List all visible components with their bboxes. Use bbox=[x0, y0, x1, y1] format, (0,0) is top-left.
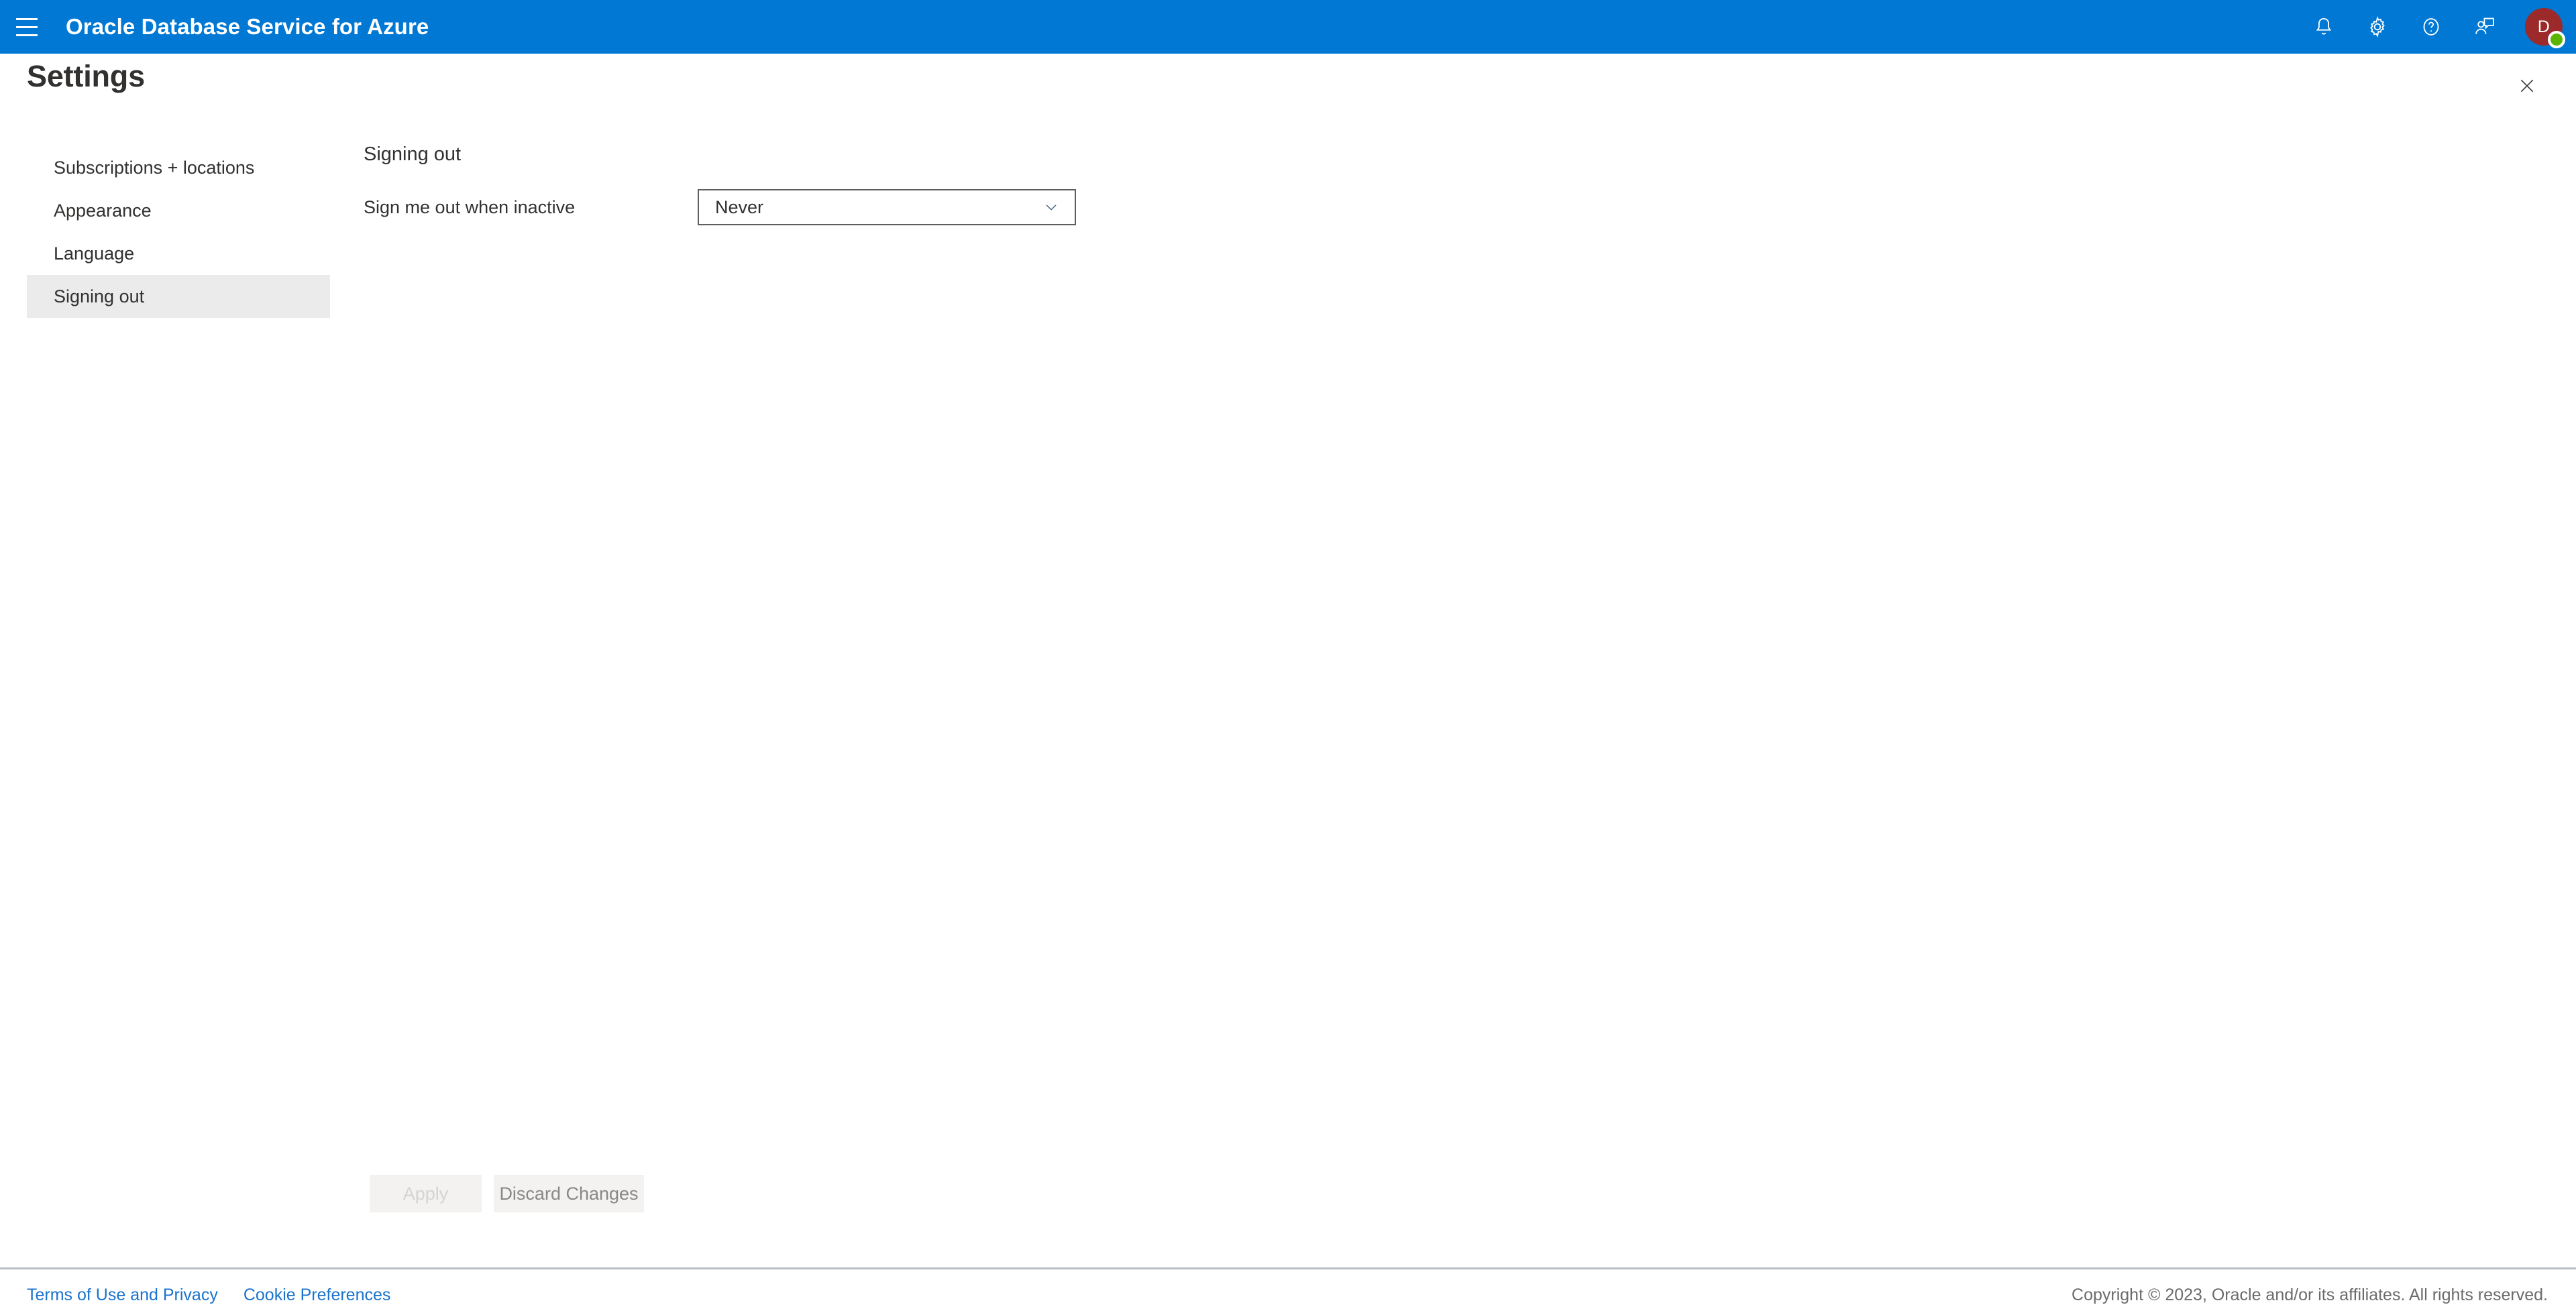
chevron-down-icon bbox=[1042, 198, 1060, 216]
help-button[interactable] bbox=[2404, 0, 2458, 54]
app-header: Oracle Database Service for Azure D bbox=[0, 0, 2576, 54]
discard-changes-button[interactable]: Discard Changes bbox=[494, 1175, 644, 1212]
hamburger-menu-icon[interactable] bbox=[0, 0, 54, 54]
gear-icon bbox=[2366, 15, 2389, 38]
sidebar-item-subscriptions-locations[interactable]: Subscriptions + locations bbox=[27, 146, 330, 189]
sign-out-inactive-label: Sign me out when inactive bbox=[364, 197, 576, 217]
avatar-initial: D bbox=[2537, 17, 2551, 36]
notifications-button[interactable] bbox=[2297, 0, 2351, 54]
sign-out-inactive-field-row: Sign me out when inactive Never bbox=[364, 189, 1839, 225]
sidebar-item-label: Appearance bbox=[54, 200, 152, 221]
sidebar-item-label: Signing out bbox=[54, 286, 145, 306]
close-icon bbox=[2516, 75, 2538, 100]
apply-button[interactable]: Apply bbox=[370, 1175, 482, 1212]
cookie-preferences-link[interactable]: Cookie Preferences bbox=[244, 1286, 391, 1305]
question-circle-icon bbox=[2420, 15, 2443, 38]
hamburger-bar bbox=[16, 34, 38, 36]
sidebar-item-label: Language bbox=[54, 243, 135, 264]
sidebar-item-appearance[interactable]: Appearance bbox=[27, 189, 330, 232]
footer-links: Terms of Use and Privacy Cookie Preferen… bbox=[27, 1286, 390, 1305]
sidebar-item-language[interactable]: Language bbox=[27, 232, 330, 275]
settings-sidebar: Subscriptions + locations Appearance Lan… bbox=[27, 146, 330, 318]
bell-icon bbox=[2312, 15, 2335, 38]
presence-online-indicator bbox=[2548, 31, 2565, 48]
appbar-actions: D bbox=[2297, 0, 2576, 54]
user-avatar-button[interactable]: D bbox=[2512, 0, 2576, 54]
avatar: D bbox=[2525, 8, 2565, 48]
page-title: Settings bbox=[27, 59, 145, 93]
sidebar-item-label: Subscriptions + locations bbox=[54, 157, 255, 178]
dropdown-selected-value: Never bbox=[715, 196, 764, 217]
terms-of-use-and-privacy-link[interactable]: Terms of Use and Privacy bbox=[27, 1286, 218, 1305]
close-settings-button[interactable] bbox=[2512, 72, 2542, 103]
section-heading: Signing out bbox=[364, 144, 462, 165]
app-title: Oracle Database Service for Azure bbox=[66, 14, 429, 39]
settings-content: Signing out Sign me out when inactive Ne… bbox=[364, 141, 1839, 225]
person-feedback-icon bbox=[2473, 15, 2496, 38]
hamburger-bar bbox=[16, 17, 38, 20]
settings-panel-header bbox=[0, 54, 2576, 106]
settings-button[interactable] bbox=[2351, 0, 2404, 54]
page-footer: Terms of Use and Privacy Cookie Preferen… bbox=[0, 1267, 2576, 1309]
settings-action-buttons: Apply Discard Changes bbox=[370, 1175, 644, 1212]
sidebar-item-signing-out[interactable]: Signing out bbox=[27, 275, 330, 318]
copyright-text: Copyright © 2023, Oracle and/or its affi… bbox=[2072, 1286, 2548, 1304]
hamburger-bar bbox=[16, 25, 38, 28]
sign-out-inactive-dropdown[interactable]: Never bbox=[698, 189, 1076, 225]
feedback-button[interactable] bbox=[2458, 0, 2512, 54]
